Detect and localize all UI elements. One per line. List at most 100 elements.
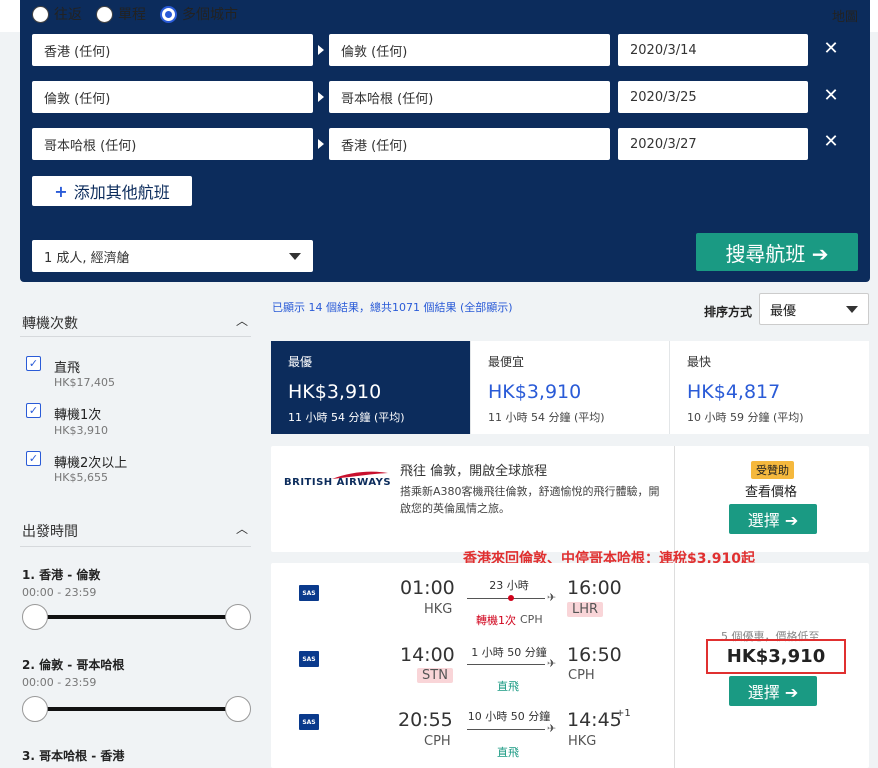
stop-option-price: HK$5,655 [54,471,108,484]
leg-arrow-icon [318,139,324,149]
leg3-date-input[interactable]: 2020/3/27 [618,128,808,160]
search-flights-button[interactable]: 搜尋航班 ➔ [696,233,858,271]
leg1-remove-icon[interactable]: ✕ [823,38,839,59]
leg3-remove-icon[interactable]: ✕ [823,131,839,152]
leg1-origin-input[interactable]: 香港 (任何) [32,34,313,66]
departure-airport: CPH [424,734,451,749]
flight-line [467,729,545,730]
tab-best[interactable]: 最優 HK$3,910 11 小時 54 分鐘 (平均) [271,341,470,434]
radio-icon [96,5,113,23]
view-price-label: 查看價格 [745,485,798,500]
day-offset: +1 [616,708,631,719]
arrival-time: 16:50 [567,644,622,666]
trip-type-label: 多個城市 [182,7,238,23]
time-slider-track [36,615,238,619]
tab-price: HK$4,817 [687,381,781,403]
plane-icon: ✈ [547,722,557,735]
leg2-date-input[interactable]: 2020/3/25 [618,81,808,113]
time-slider-track [36,707,238,711]
arrival-time: 16:00 [567,577,622,599]
stop-dot-icon [508,595,514,601]
leg1-destination-input[interactable]: 倫敦 (任何) [329,34,610,66]
tab-price: HK$3,910 [288,381,382,403]
tab-label: 最便宜 [488,355,525,369]
radio-icon [32,5,49,23]
trip-type-label: 單程 [118,7,146,23]
stops-filter-title: 轉機次數 [22,316,78,332]
departure-airport: HKG [424,602,453,617]
stop-option-price: HK$17,405 [54,376,115,389]
ad-description: 搭乘新A380客機飛往倫敦，舒適愉悅的飛行體驗，開啟您的英倫風情之旅。 [400,485,660,515]
chevron-down-icon [846,305,858,313]
passenger-cabin-value: 1 成人, 經濟艙 [44,250,130,266]
flight-duration: 10 小時 50 分鐘 [467,710,551,723]
airline-logo-text: BRITISH AIRWAYS [284,477,392,488]
sort-select[interactable]: 最優 [759,293,869,325]
leg2-destination-input[interactable]: 哥本哈根 (任何) [329,81,610,113]
departure-leg-label: 2. 倫敦 - 哥本哈根 [22,658,125,672]
result-choose-button[interactable]: 選擇 ➔ [729,676,817,706]
slider-max-handle[interactable] [225,696,251,722]
departure-time: 20:55 [398,709,453,731]
departure-leg-label: 3. 哥本哈根 - 香港 [22,749,125,763]
flight-duration: 1 小時 50 分鐘 [471,646,547,659]
chevron-up-icon[interactable]: ︿ [236,520,248,537]
radio-selected-icon [160,5,177,23]
arrival-airport: CPH [568,668,595,683]
flight-line [467,664,545,665]
chevron-up-icon[interactable]: ︿ [236,312,248,329]
ad-title: 飛往 倫敦，開啟全球旅程 [400,464,548,479]
add-flight-button[interactable]: + 添加其他航班 [32,176,192,206]
leg-arrow-icon [318,45,324,55]
checkbox-direct[interactable]: ✓ [26,356,41,371]
sas-logo: SAS [299,651,319,667]
divider [674,446,675,552]
sas-logo: SAS [299,714,319,730]
checkbox-two-plus-stops[interactable]: ✓ [26,451,41,466]
tab-duration: 11 小時 54 分鐘 (平均) [488,411,605,424]
ad-choose-button[interactable]: 選擇 ➔ [729,504,817,534]
tab-duration: 10 小時 59 分鐘 (平均) [687,411,804,424]
results-count[interactable]: 已顯示 14 個結果，總共1071 個結果 (全部顯示) [272,299,513,315]
leg3-destination-input[interactable]: 香港 (任何) [329,128,610,160]
leg-arrow-icon [318,92,324,102]
chevron-down-icon [289,252,301,260]
add-flight-label: 添加其他航班 [73,183,170,202]
leg2-remove-icon[interactable]: ✕ [823,85,839,106]
divider [674,563,675,768]
departure-airport: STN [417,668,453,683]
tab-fastest[interactable]: 最快 HK$4,817 10 小時 59 分鐘 (平均) [669,341,869,434]
trip-type-label: 往返 [54,7,82,23]
leg2-origin-input[interactable]: 倫敦 (任何) [32,81,313,113]
flight-duration: 23 小時 [489,579,529,592]
departure-leg-range: 00:00 - 23:59 [22,586,97,599]
departure-time: 01:00 [400,577,455,599]
leg3-origin-input[interactable]: 哥本哈根 (任何) [32,128,313,160]
slider-max-handle[interactable] [225,604,251,630]
plus-icon: + [54,181,68,201]
trip-type-options: 往返 單程 多個城市 [32,4,252,24]
trip-type-roundtrip[interactable]: 往返 [32,4,82,24]
checkbox-one-stop[interactable]: ✓ [26,403,41,418]
plane-icon: ✈ [547,591,557,604]
stop-option-price: HK$3,910 [54,424,108,437]
tab-price: HK$3,910 [488,381,582,403]
trip-type-multicity[interactable]: 多個城市 [160,4,238,24]
tab-label: 最快 [687,355,712,369]
sponsored-badge: 受贊助 [751,461,794,479]
trip-type-oneway[interactable]: 單程 [96,4,146,24]
stops-label: 轉機1次 [476,614,516,627]
passenger-cabin-select[interactable]: 1 成人, 經濟艙 [32,240,313,272]
result-price: HK$3,910 [706,639,846,674]
tab-cheapest[interactable]: 最便宜 HK$3,910 11 小時 54 分鐘 (平均) [470,341,669,434]
slider-min-handle[interactable] [22,696,48,722]
arrival-time: 14:45 [567,709,622,731]
leg1-date-input[interactable]: 2020/3/14 [618,34,808,66]
stop-airport: CPH [520,613,543,626]
stops-label: 直飛 [497,746,519,759]
slider-min-handle[interactable] [22,604,48,630]
map-link[interactable]: 地圖 [832,6,858,25]
divider [20,336,251,337]
tab-label: 最優 [288,355,313,369]
stop-option-label: 直飛 [54,361,81,376]
